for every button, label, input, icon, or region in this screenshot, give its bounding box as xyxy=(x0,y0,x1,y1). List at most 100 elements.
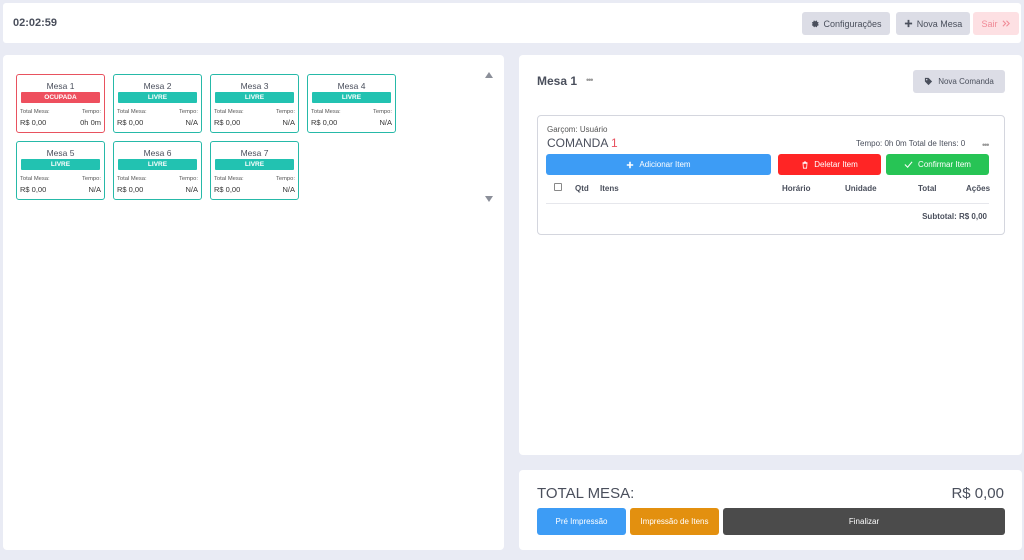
total-mesa-label: Total Mesa: xyxy=(214,176,244,182)
total-mesa-value: R$ 0,00 xyxy=(311,118,338,127)
mesa-card-4[interactable]: Mesa 4 LIVRE Total Mesa: Tempo: R$ 0,00 … xyxy=(307,74,396,133)
mesa-name: Mesa 4 xyxy=(337,81,366,91)
mesa-card-3[interactable]: Mesa 3 LIVRE Total Mesa: Tempo: R$ 0,00 … xyxy=(210,74,299,133)
clock: 02:02:59 xyxy=(13,17,58,29)
sair-button[interactable]: Sair xyxy=(973,12,1019,35)
total-mesa-label: Total Mesa: xyxy=(117,176,147,182)
deletar-item-button[interactable]: Deletar Item xyxy=(778,154,881,175)
nova-comanda-button[interactable]: Nova Comanda xyxy=(913,70,1005,93)
adicionar-item-label: Adicionar Item xyxy=(639,160,691,169)
tempo-label: Tempo: xyxy=(275,109,295,115)
tempo-value: N/A xyxy=(379,118,392,127)
mesa-status-badge: LIVRE xyxy=(215,92,294,103)
mesa-status-badge: LIVRE xyxy=(118,92,197,103)
mesa-name: Mesa 5 xyxy=(46,148,75,158)
finalizar-button[interactable]: Finalizar xyxy=(723,508,1005,535)
total-mesa-label: TOTAL MESA: xyxy=(537,485,635,502)
tempo-value: N/A xyxy=(88,185,101,194)
tempo-label: Tempo: xyxy=(81,176,101,182)
total-mesa-value: R$ 0,00 xyxy=(117,185,144,194)
mesa-options-dots-icon[interactable]: ••• xyxy=(586,75,594,85)
deletar-item-label: Deletar Item xyxy=(814,160,858,169)
mesa-name: Mesa 6 xyxy=(143,148,172,158)
mesa-name: Mesa 1 xyxy=(46,81,75,91)
confirmar-item-label: Confirmar Item xyxy=(918,160,971,169)
total-mesa-label: Total Mesa: xyxy=(311,109,341,115)
mesa-status-badge: LIVRE xyxy=(215,159,294,170)
comanda-subtotal: Subtotal: R$ 0,00 xyxy=(922,212,987,221)
tempo-value: N/A xyxy=(282,118,295,127)
comanda-number: 1 xyxy=(611,136,618,150)
tag-icon xyxy=(925,77,933,86)
adicionar-item-button[interactable]: Adicionar Item xyxy=(546,154,771,175)
total-mesa-value: R$ 0,00 xyxy=(214,118,241,127)
total-mesa-value: R$ 0,00 xyxy=(20,185,47,194)
comanda-options-dots-icon[interactable]: ••• xyxy=(982,140,990,150)
tempo-label: Tempo: xyxy=(275,176,295,182)
mesa-name: Mesa 7 xyxy=(240,148,269,158)
column-header-total: Total xyxy=(918,184,937,193)
mesa-card-6[interactable]: Mesa 6 LIVRE Total Mesa: Tempo: R$ 0,00 … xyxy=(113,141,202,200)
plus-icon xyxy=(904,19,912,28)
mesas-panel: Mesa 1 OCUPADA Total Mesa: Tempo: R$ 0,0… xyxy=(3,55,504,550)
mesa-status-badge: OCUPADA xyxy=(21,92,100,103)
nova-comanda-label: Nova Comanda xyxy=(938,77,994,86)
plus-icon xyxy=(627,161,634,168)
mesa-status-badge: LIVRE xyxy=(21,159,100,170)
tempo-value: 0h 0m xyxy=(80,118,101,127)
column-header-horario: Horário xyxy=(782,184,811,193)
mesa-card-1[interactable]: Mesa 1 OCUPADA Total Mesa: Tempo: R$ 0,0… xyxy=(16,74,105,133)
scroll-up-arrow[interactable] xyxy=(485,72,493,78)
total-mesa-label: Total Mesa: xyxy=(214,109,244,115)
double-chevron-right-icon xyxy=(1002,20,1010,27)
total-mesa-value: R$ 0,00 xyxy=(951,485,1004,502)
column-header-unidade: Unidade xyxy=(845,184,877,193)
comanda-tempo-info: Tempo: 0h 0m Total de Itens: 0 xyxy=(856,139,966,148)
total-mesa-label: Total Mesa: xyxy=(20,109,50,115)
nova-mesa-label: Nova Mesa xyxy=(916,18,963,29)
total-mesa-label: Total Mesa: xyxy=(20,176,50,182)
total-mesa-panel: TOTAL MESA: R$ 0,00 Pré Impressão Impres… xyxy=(519,470,1022,550)
total-mesa-value: R$ 0,00 xyxy=(117,118,144,127)
mesa-card-2[interactable]: Mesa 2 LIVRE Total Mesa: Tempo: R$ 0,00 … xyxy=(113,74,202,133)
confirmar-item-button[interactable]: Confirmar Item xyxy=(886,154,989,175)
total-mesa-label: Total Mesa: xyxy=(117,109,147,115)
gear-icon xyxy=(812,20,820,28)
pre-impressao-button[interactable]: Pré Impressão xyxy=(537,508,626,535)
total-mesa-value: R$ 0,00 xyxy=(214,185,241,194)
configuracoes-label: Configurações xyxy=(823,18,882,29)
select-all-checkbox[interactable] xyxy=(554,183,562,191)
mesa-card-5[interactable]: Mesa 5 LIVRE Total Mesa: Tempo: R$ 0,00 … xyxy=(16,141,105,200)
total-mesa-value: R$ 0,00 xyxy=(20,118,47,127)
check-icon xyxy=(904,161,913,168)
sair-label: Sair xyxy=(981,18,998,29)
column-header-qtd: Qtd xyxy=(575,184,589,193)
tempo-label: Tempo: xyxy=(178,176,198,182)
tempo-label: Tempo: xyxy=(81,109,101,115)
column-header-itens: Itens xyxy=(600,184,619,193)
top-bar: 02:02:59 Configurações Nova Mesa Sair xyxy=(3,3,1021,43)
column-header-acoes: Ações xyxy=(966,184,991,193)
impressao-itens-button[interactable]: Impressão de Itens xyxy=(630,508,719,535)
mesa-detail-title: Mesa 1 xyxy=(537,74,578,88)
mesa-status-badge: LIVRE xyxy=(118,159,197,170)
nova-mesa-button[interactable]: Nova Mesa xyxy=(896,12,970,35)
comanda-title: COMANDA 1 xyxy=(547,136,618,150)
table-divider xyxy=(546,203,989,204)
tempo-label: Tempo: xyxy=(372,109,392,115)
trash-icon xyxy=(802,160,808,169)
mesa-name: Mesa 2 xyxy=(143,81,172,91)
tempo-value: N/A xyxy=(185,118,198,127)
comanda-card: Garçom: Usuário COMANDA 1 Tempo: 0h 0m T… xyxy=(537,115,1005,235)
scroll-down-arrow[interactable] xyxy=(485,196,493,202)
configuracoes-button[interactable]: Configurações xyxy=(802,12,890,35)
comanda-title-text: COMANDA xyxy=(547,136,608,150)
mesa-card-7[interactable]: Mesa 7 LIVRE Total Mesa: Tempo: R$ 0,00 … xyxy=(210,141,299,200)
mesa-status-badge: LIVRE xyxy=(312,92,391,103)
tempo-value: N/A xyxy=(282,185,295,194)
tempo-value: N/A xyxy=(185,185,198,194)
mesa-name: Mesa 3 xyxy=(240,81,269,91)
garcom-label: Garçom: Usuário xyxy=(547,125,608,134)
tempo-label: Tempo: xyxy=(178,109,198,115)
mesa-detail-panel: Mesa 1 ••• Nova Comanda Garçom: Usuário … xyxy=(519,55,1022,455)
